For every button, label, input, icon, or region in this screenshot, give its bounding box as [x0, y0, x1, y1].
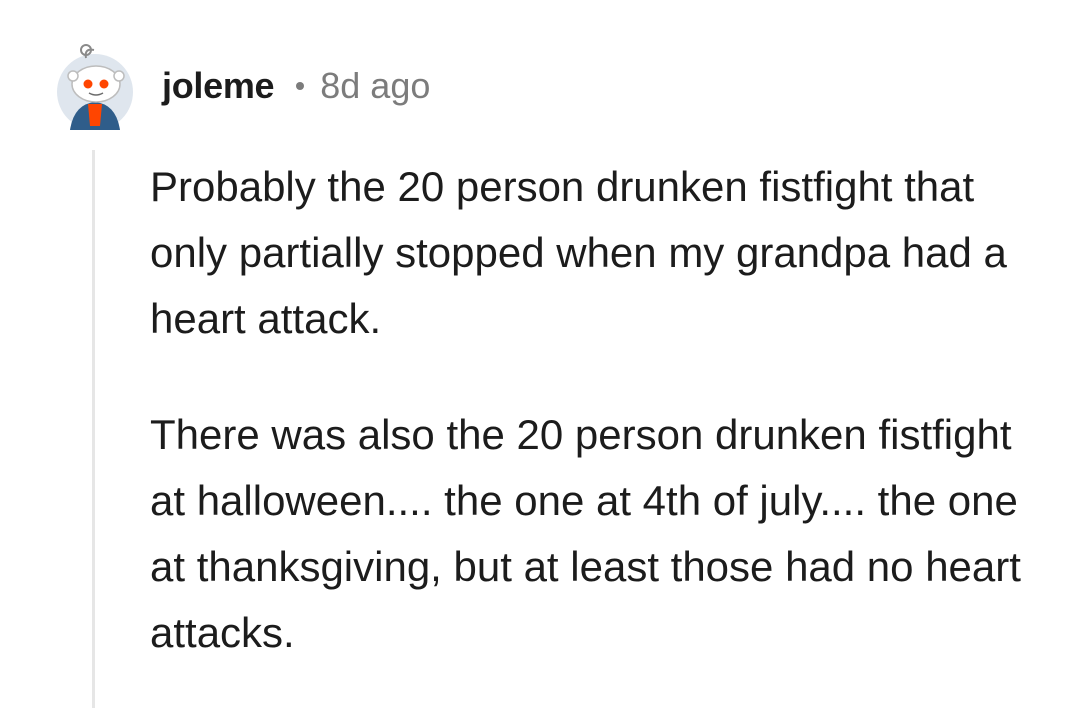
snoo-avatar-icon	[57, 44, 133, 130]
comment-paragraph: There was also the 20 person drunken fis…	[150, 411, 1021, 656]
separator-dot	[296, 82, 305, 90]
thread-line[interactable]	[92, 150, 95, 708]
comment-timestamp: 8d ago	[320, 65, 431, 106]
comment-header: joleme 8d ago	[56, 42, 430, 130]
user-avatar[interactable]	[56, 42, 134, 130]
comment-author[interactable]: joleme	[162, 65, 275, 107]
comment-body: Probably the 20 person drunken fistfight…	[150, 154, 1050, 716]
comment-paragraph: Probably the 20 person drunken fistfight…	[150, 163, 1007, 342]
